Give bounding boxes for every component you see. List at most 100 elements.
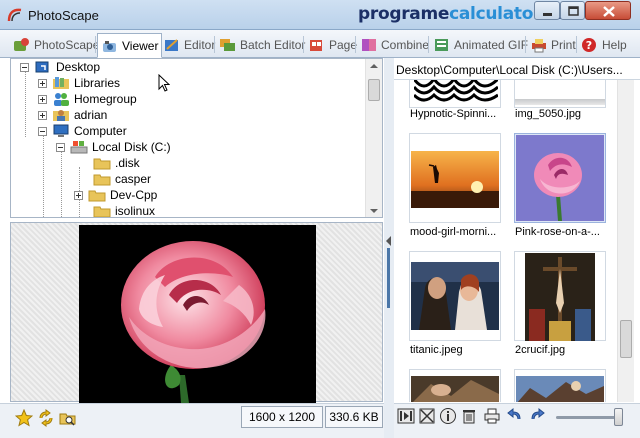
tab-combine[interactable]: Combine xyxy=(357,33,432,56)
thumbnail-image xyxy=(411,262,499,330)
tree-collapse-button[interactable] xyxy=(20,62,29,72)
editor-icon xyxy=(165,38,178,51)
star-icon[interactable] xyxy=(15,409,33,427)
tree-item-adrian[interactable]: adrian xyxy=(38,107,107,123)
info-icon[interactable] xyxy=(439,407,457,425)
viewer-icon xyxy=(103,40,116,52)
thumbnail-item-selected[interactable] xyxy=(514,133,606,223)
folder-search-icon[interactable] xyxy=(59,409,77,427)
print-icon[interactable] xyxy=(483,407,501,425)
tree-item-isolinux-folder[interactable]: isolinux xyxy=(88,203,155,217)
tree-expand-button[interactable] xyxy=(38,110,47,120)
tree-collapse-button[interactable] xyxy=(56,142,65,152)
image-preview-panel[interactable] xyxy=(10,222,383,403)
main-toolbar: PhotoScape Viewer Editor Batch Editor Pa… xyxy=(0,30,640,58)
tab-separator xyxy=(525,36,526,53)
thumbnail-size-slider-handle[interactable] xyxy=(614,408,623,426)
thumbnail-label: titanic.jpeg xyxy=(410,344,463,356)
tree-item-casper-folder[interactable]: casper xyxy=(88,171,151,187)
thumbnail-label: 2crucif.jpg xyxy=(515,344,566,356)
minimize-button[interactable] xyxy=(534,1,560,20)
thumbnail-size-slider[interactable] xyxy=(556,416,620,419)
local-disk-icon xyxy=(70,141,88,154)
rotate-left-icon[interactable] xyxy=(506,407,524,425)
tree-item-disk-folder[interactable]: .disk xyxy=(88,155,140,171)
tab-editor[interactable]: Editor xyxy=(160,33,218,56)
collapse-arrow-icon[interactable] xyxy=(386,236,391,246)
close-button[interactable] xyxy=(585,1,631,20)
tree-scrollbar[interactable] xyxy=(365,59,382,217)
close-icon xyxy=(603,6,615,17)
mouse-cursor-icon xyxy=(158,74,170,92)
tab-print[interactable]: Print xyxy=(527,33,579,56)
tab-separator xyxy=(576,36,577,53)
tab-viewer[interactable]: Viewer xyxy=(97,33,163,58)
maximize-button[interactable] xyxy=(560,1,585,20)
svg-text:?: ? xyxy=(586,39,592,52)
thumbnail-item[interactable] xyxy=(514,251,606,341)
tab-photoscape[interactable]: PhotoScape xyxy=(10,33,102,56)
thumbnail-image xyxy=(411,376,499,402)
maximize-icon xyxy=(568,6,579,16)
thumbnail-image xyxy=(516,376,604,402)
computer-icon xyxy=(53,124,69,137)
folder-tree[interactable]: Desktop Libraries Homegroup adrian Compu… xyxy=(10,58,383,218)
tree-item-devcpp-folder[interactable]: Dev-Cpp xyxy=(74,187,157,203)
tree-scrollbar-thumb[interactable] xyxy=(368,79,380,101)
thumbnail-grid[interactable]: Hypnotic-Spinni... img_5050.jpg mood-gir… xyxy=(394,80,640,402)
painting-thumbnail-image xyxy=(516,376,604,402)
painting-thumbnail-image xyxy=(411,376,499,402)
titanic-image xyxy=(411,262,499,330)
slideshow-icon[interactable] xyxy=(397,407,415,425)
thumbnail-item[interactable] xyxy=(409,251,501,341)
tree-item-homegroup[interactable]: Homegroup xyxy=(38,91,137,107)
folder-icon xyxy=(93,206,111,217)
delete-icon[interactable] xyxy=(460,407,478,425)
rotate-icon[interactable] xyxy=(37,409,55,427)
tab-page[interactable]: Page xyxy=(305,33,360,56)
tree-collapse-button[interactable] xyxy=(38,126,47,136)
status-bar: 1600 x 1200 330.6 KB xyxy=(0,403,390,438)
title-bar: PhotoScape programecalculator.ro xyxy=(0,0,640,30)
combine-icon xyxy=(362,38,376,51)
tab-animated-gif[interactable]: Animated GIF xyxy=(430,33,531,56)
tree-expand-button[interactable] xyxy=(74,190,83,200)
tab-help[interactable]: ? Help xyxy=(578,33,630,56)
crucifixion-painting-image xyxy=(525,253,595,341)
tab-batch-editor[interactable]: Batch Editor xyxy=(216,33,308,56)
tree-item-local-disk[interactable]: Local Disk (C:) xyxy=(56,139,171,155)
thumbnail-scrollbar-thumb[interactable] xyxy=(620,320,632,358)
folder-icon xyxy=(93,158,111,170)
tree-item-desktop[interactable]: Desktop xyxy=(20,59,100,75)
thumbnail-image xyxy=(414,80,498,103)
hypnotic-spiral-image xyxy=(414,80,498,103)
thumbnail-label: img_5050.jpg xyxy=(515,108,582,120)
thumbnail-image xyxy=(515,99,605,105)
tab-separator xyxy=(214,36,215,53)
fullscreen-icon[interactable] xyxy=(418,407,436,425)
window-title: PhotoScape xyxy=(28,8,99,23)
thumbnail-item[interactable] xyxy=(514,80,606,108)
scroll-up-arrow-icon[interactable] xyxy=(370,64,378,68)
tree-item-libraries[interactable]: Libraries xyxy=(38,75,120,91)
photoscape-icon xyxy=(14,37,29,51)
thumbnail-image xyxy=(516,135,604,221)
tree-expand-button[interactable] xyxy=(38,78,47,88)
print-icon xyxy=(532,38,546,52)
rose-image xyxy=(79,225,316,403)
libraries-icon xyxy=(53,77,69,89)
page-icon xyxy=(310,39,322,51)
rotate-right-icon[interactable] xyxy=(528,407,546,425)
thumbnail-scrollbar[interactable] xyxy=(617,80,634,402)
splitter-handle[interactable] xyxy=(387,248,390,308)
scroll-down-arrow-icon[interactable] xyxy=(370,209,378,213)
thumbnail-item[interactable] xyxy=(409,133,501,223)
tree-expand-button[interactable] xyxy=(38,94,47,104)
tree-item-computer[interactable]: Computer xyxy=(38,123,127,139)
thumbnail-item[interactable] xyxy=(514,369,606,402)
current-path: Desktop\Computer\Local Disk (C:)\Users..… xyxy=(394,58,640,80)
thumbnail-item[interactable] xyxy=(409,80,501,108)
panel-splitter[interactable] xyxy=(384,58,394,438)
photoscape-logo-icon xyxy=(7,8,22,22)
thumbnail-item[interactable] xyxy=(409,369,501,402)
